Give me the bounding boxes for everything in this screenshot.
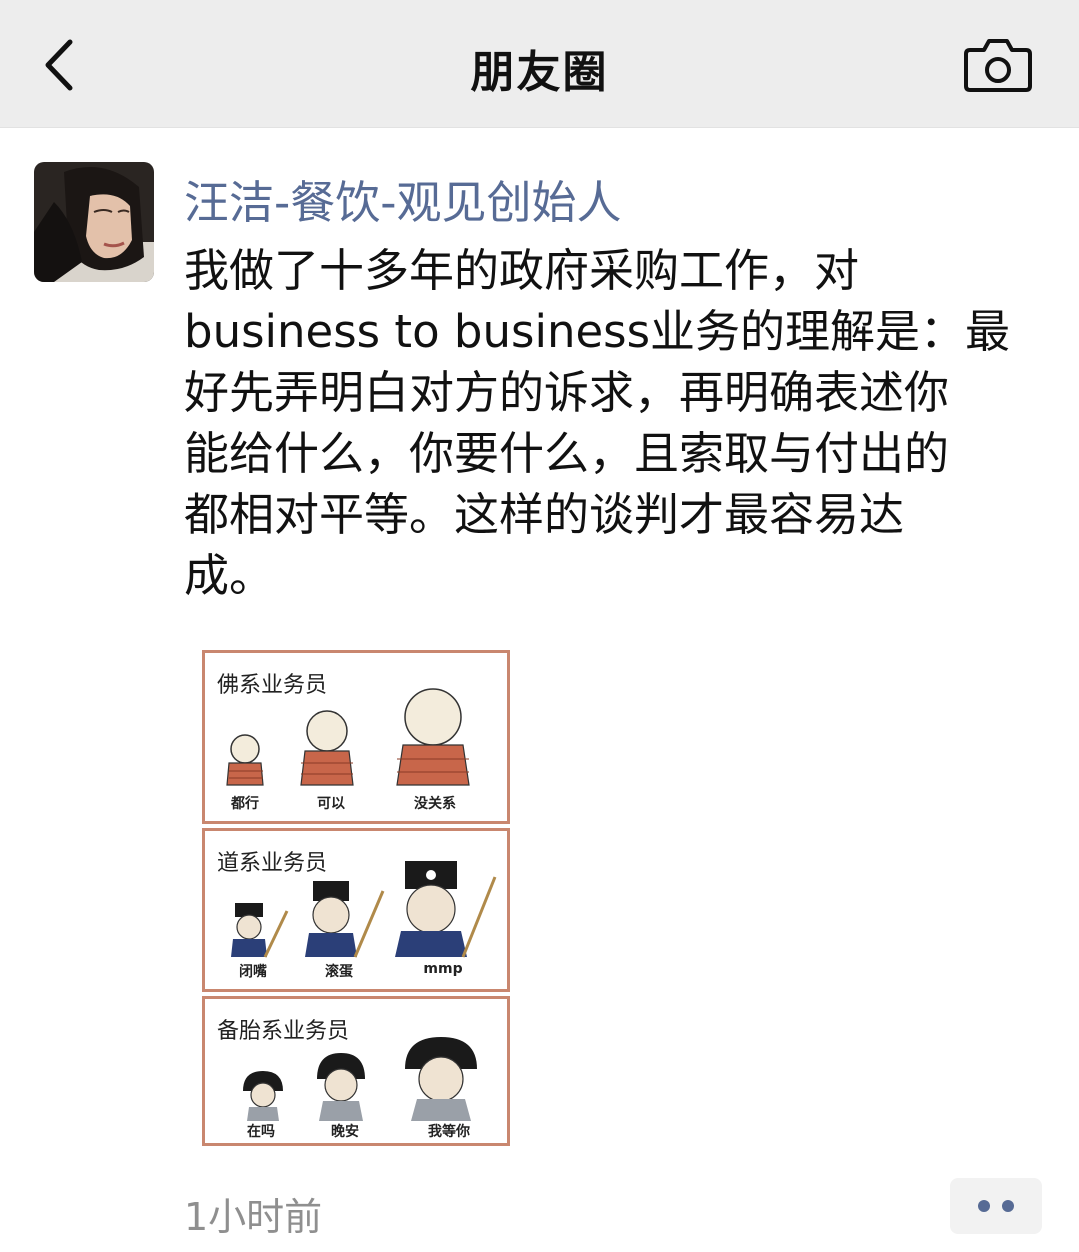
author-name[interactable]: 汪洁-餐饮-观见创始人 <box>184 166 621 231</box>
post-image[interactable]: 佛系业务员 都行 可以 没关系 道系业务员 闭嘴 滚蛋 mmp 备胎系业务员 在… <box>184 628 526 1156</box>
more-actions-button[interactable] <box>950 1178 1042 1234</box>
panel-caption: 滚蛋 <box>325 964 353 980</box>
panel-caption: 晚安 <box>331 1124 359 1140</box>
post-text: 我做了十多年的政府采购工作，对 business to business业务的理… <box>184 240 1054 606</box>
navbar: 朋友圈 <box>0 0 1079 128</box>
panel-caption: 闭嘴 <box>239 964 267 980</box>
post-text-line: 都相对平等。这样的谈判才最容易达 <box>184 488 905 541</box>
camera-icon <box>964 39 1032 92</box>
panel-caption: mmp <box>423 961 463 977</box>
panel-caption: 没关系 <box>414 796 456 812</box>
panel-caption: 我等你 <box>428 1124 470 1140</box>
post-text-line: 成。 <box>184 549 275 602</box>
page-title: 朋友圈 <box>470 47 609 98</box>
post-text-line: 我做了十多年的政府采购工作，对 <box>184 244 860 297</box>
post-text-line: 能给什么，你要什么，且索取与付出的 <box>184 427 950 480</box>
post-timestamp: 1小时前 <box>184 1195 323 1239</box>
meme-panel-backup: 备胎系业务员 在吗 晚安 我等你 <box>202 996 510 1146</box>
moment-post: 汪洁-餐饮-观见创始人 我做了十多年的政府采购工作，对 business to … <box>0 128 1079 1252</box>
avatar[interactable] <box>34 162 154 282</box>
panel-caption: 都行 <box>231 796 259 812</box>
meme-panel-buddhist: 佛系业务员 都行 可以 没关系 <box>202 650 510 824</box>
panel-caption: 可以 <box>317 796 345 812</box>
post-text-line: business to business业务的理解是：最 <box>184 305 1011 358</box>
camera-button[interactable] <box>962 34 1034 96</box>
post-text-line: 好先弄明白对方的诉求，再明确表述你 <box>184 366 950 419</box>
meme-panel-taoist: 道系业务员 闭嘴 滚蛋 mmp <box>202 828 510 992</box>
panel-caption: 在吗 <box>247 1124 275 1140</box>
